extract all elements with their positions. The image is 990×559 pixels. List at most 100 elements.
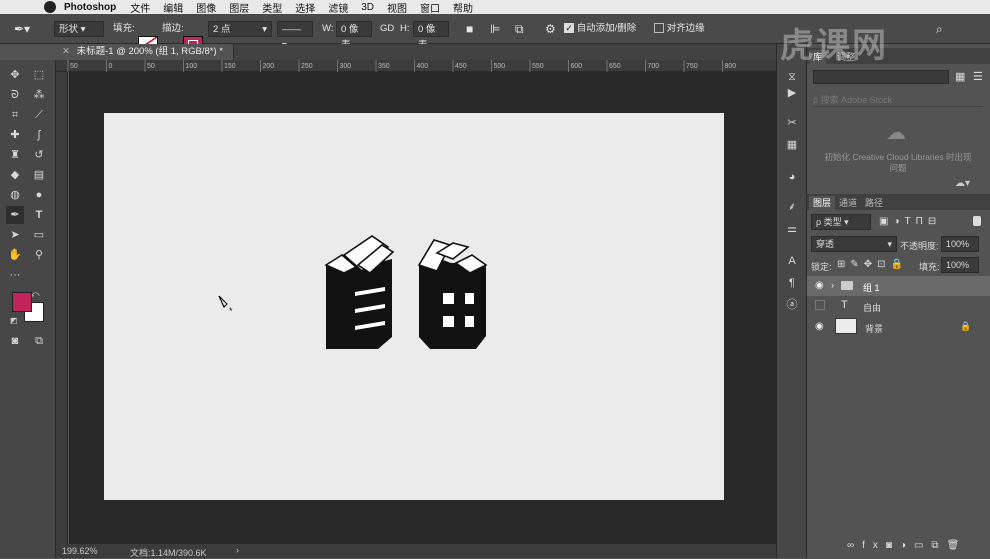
menu-file[interactable]: 文件 xyxy=(130,0,150,15)
width-label: W: xyxy=(322,23,334,34)
stroke-width-field[interactable]: 2 点 ▾ xyxy=(208,21,272,37)
properties-panel-icon[interactable]: ⚌ xyxy=(783,220,801,238)
visibility-eye-icon[interactable]: ◉ xyxy=(815,280,827,292)
brush-panel-icon[interactable]: ⸙ xyxy=(783,198,801,216)
status-menu-arrow-icon[interactable]: › xyxy=(236,545,239,555)
menu-view[interactable]: 视图 xyxy=(387,0,407,15)
library-select[interactable] xyxy=(813,70,949,84)
lock-icon: 🔒 xyxy=(960,321,972,331)
auto-add-delete-checkbox[interactable]: ✓ 自动添加/删除 xyxy=(564,21,636,37)
layer-name[interactable]: 背景 xyxy=(865,322,883,335)
foreground-color-swatch[interactable] xyxy=(12,292,32,312)
layers-panel-tabs: 图层 通道 路径 xyxy=(807,194,990,210)
menu-select[interactable]: 选择 xyxy=(295,0,315,15)
tool-mode-select[interactable]: 形状 ▾ xyxy=(54,21,104,37)
zoom-tool-icon[interactable]: ⚲ xyxy=(30,246,48,264)
vertical-ruler[interactable] xyxy=(56,72,68,544)
lock-options-icons[interactable]: ⊞✎✥⊡🔒 xyxy=(837,259,908,270)
layer-row-group[interactable]: ◉ › 组 1 xyxy=(807,276,990,296)
menu-layer[interactable]: 图层 xyxy=(229,0,249,15)
ruler-label: 0 xyxy=(109,63,113,70)
expand-chevron-icon[interactable]: › xyxy=(831,280,834,290)
app-name-menu[interactable]: Photoshop xyxy=(64,2,116,13)
crop-tool-icon[interactable]: ⌗ xyxy=(6,106,24,124)
path-alignment-icon[interactable]: ⊫ xyxy=(490,21,500,37)
align-edges-checkbox[interactable]: 对齐边缘 xyxy=(654,21,705,37)
clone-stamp-tool-icon[interactable]: ♜ xyxy=(6,146,24,164)
eyedropper-tool-icon[interactable]: ⟋ xyxy=(30,106,48,124)
menu-window[interactable]: 窗口 xyxy=(420,0,440,15)
move-tool-icon[interactable]: ✥ xyxy=(6,66,24,84)
layer-filter-select[interactable]: ρ 类型 ▾ xyxy=(811,214,871,230)
menu-filter[interactable]: 滤镜 xyxy=(328,0,348,15)
paragraph-panel-icon[interactable]: ¶ xyxy=(783,274,801,292)
type-tool-icon[interactable]: T xyxy=(30,206,48,224)
filter-toggle-icon[interactable] xyxy=(973,216,981,226)
lasso-tool-icon[interactable]: ᘐ xyxy=(6,86,24,104)
tab-channels[interactable]: 通道 xyxy=(835,196,861,210)
layer-row-text[interactable]: T 自由 xyxy=(807,296,990,316)
healing-brush-tool-icon[interactable]: ✚ xyxy=(6,126,24,144)
search-icon[interactable]: ⌕ xyxy=(936,21,943,37)
menu-edit[interactable]: 编辑 xyxy=(163,0,183,15)
menu-type[interactable]: 类型 xyxy=(262,0,282,15)
opacity-field[interactable]: 100% xyxy=(941,236,979,252)
pen-tool-icon[interactable]: ✒ xyxy=(6,206,24,224)
eraser-tool-icon[interactable]: ◆ xyxy=(6,166,24,184)
pen-cursor-icon: * xyxy=(218,295,233,316)
blend-mode-select[interactable]: 穿透 ▾ xyxy=(811,236,897,252)
glyphs-panel-icon[interactable]: ⓐ xyxy=(783,296,801,314)
character-panel-icon[interactable]: A xyxy=(783,252,801,270)
width-field[interactable]: 0 像素 xyxy=(336,21,372,51)
gradient-tool-icon[interactable]: ▤ xyxy=(30,166,48,184)
color-panel-icon[interactable]: ◕ xyxy=(783,168,801,186)
hand-tool-icon[interactable]: ✋ xyxy=(6,246,24,264)
tab-paths[interactable]: 路径 xyxy=(861,196,887,210)
path-arrangement-icon[interactable]: ⧉ xyxy=(515,21,524,37)
layer-name[interactable]: 组 1 xyxy=(863,281,880,294)
quick-mask-icon[interactable]: ◙ xyxy=(6,332,24,350)
menu-3d[interactable]: 3D xyxy=(361,2,374,13)
close-tab-icon[interactable]: ✕ xyxy=(62,46,70,57)
screen-mode-icon[interactable]: ⧉ xyxy=(30,332,48,350)
gear-icon[interactable]: ⚙ xyxy=(545,21,556,37)
pen-tool-preset-icon[interactable]: ✒▾ xyxy=(14,21,30,37)
document-tab[interactable]: ✕ 未标题-1 @ 200% (组 1, RGB/8*) * xyxy=(56,44,234,60)
brush-tool-icon[interactable]: ʃ xyxy=(30,126,48,144)
tool-presets-icon[interactable]: ✂ xyxy=(783,114,801,132)
marquee-tool-icon[interactable]: ⬚ xyxy=(30,66,48,84)
height-field[interactable]: 0 像素 xyxy=(413,21,449,51)
tab-layers[interactable]: 图层 xyxy=(809,196,836,210)
menu-image[interactable]: 图像 xyxy=(196,0,216,15)
zoom-level[interactable]: 199.62% xyxy=(62,546,98,556)
apple-icon[interactable] xyxy=(44,1,56,13)
layer-name[interactable]: 自由 xyxy=(863,301,881,314)
horizontal-ruler[interactable]: 50 0 50 100 150 200 250 300 350 400 450 500 550 600 65… xyxy=(56,60,776,72)
path-selection-tool-icon[interactable]: ➤ xyxy=(6,226,24,244)
default-colors-icon[interactable]: ◩ xyxy=(10,316,20,326)
menu-help[interactable]: 帮助 xyxy=(453,0,473,15)
magic-wand-tool-icon[interactable]: ⁂ xyxy=(30,86,48,104)
fill-opacity-field[interactable]: 100% xyxy=(941,257,979,273)
blur-tool-icon[interactable]: ◍ xyxy=(6,186,24,204)
history-brush-tool-icon[interactable]: ↺ xyxy=(30,146,48,164)
ruler-label: 550 xyxy=(532,63,544,70)
grid-view-icon[interactable]: ▦ xyxy=(955,70,969,84)
list-view-icon[interactable]: ☰ xyxy=(973,70,987,84)
more-tools-icon[interactable]: ··· xyxy=(6,266,24,284)
layer-row-background[interactable]: ◉ 背景 🔒 xyxy=(807,316,990,338)
rectangle-tool-icon[interactable]: ▭ xyxy=(30,226,48,244)
dodge-tool-icon[interactable]: ● xyxy=(30,186,48,204)
swatches-panel-icon[interactable]: ▦ xyxy=(783,136,801,154)
visibility-off-box[interactable] xyxy=(815,300,825,310)
cloud-sync-icon[interactable]: ☁▾ xyxy=(955,178,970,189)
visibility-eye-icon[interactable]: ◉ xyxy=(815,321,827,333)
actions-panel-icon[interactable]: ▶ xyxy=(783,84,801,102)
document-canvas[interactable] xyxy=(104,113,724,500)
layer-filter-icons[interactable]: ▣◑TΠ⊟ xyxy=(879,216,941,227)
path-operations-icon[interactable]: ■ xyxy=(466,21,473,37)
link-dimensions-icon[interactable]: GD xyxy=(380,21,394,37)
stock-search-input[interactable]: ρ 搜索 Adobe Stock xyxy=(813,93,983,107)
stroke-type-select[interactable]: —— ▾ xyxy=(277,21,313,51)
layer-actions-icons[interactable]: ∞fx◙◑▭⧉🗑 xyxy=(847,540,967,551)
